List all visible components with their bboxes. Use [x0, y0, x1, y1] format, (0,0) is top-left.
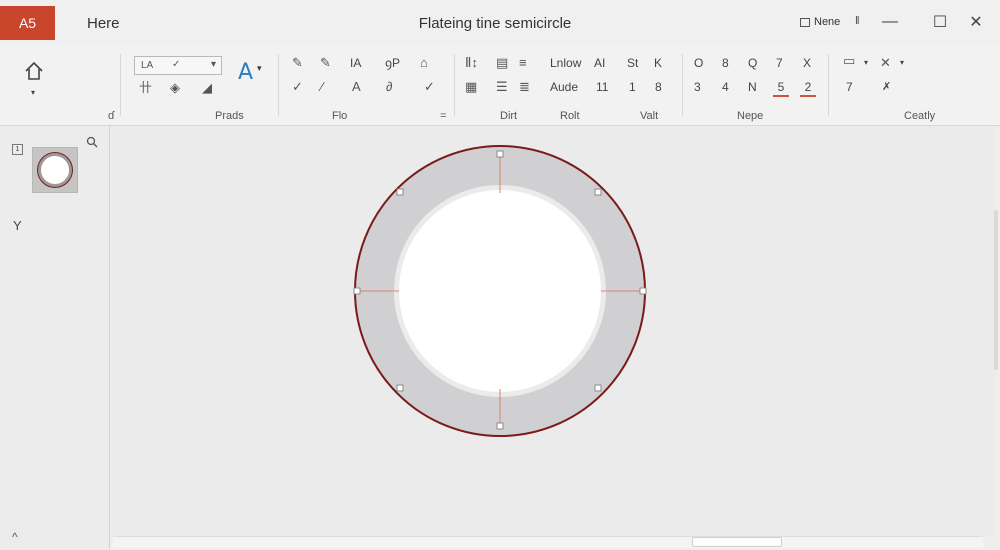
group-label-flo: Flo — [332, 110, 348, 122]
resize-handle[interactable] — [496, 422, 504, 430]
eraser-icon[interactable]: ∂ — [386, 80, 392, 94]
grid-item-3[interactable]: 3 — [694, 80, 701, 94]
zoom-icon[interactable] — [86, 136, 98, 148]
ring-shape[interactable] — [111, 126, 995, 536]
cross-icon[interactable]: ✕ — [880, 56, 891, 70]
resize-handle[interactable] — [353, 287, 361, 295]
ribbon-separator — [278, 54, 279, 116]
grid-item-x[interactable]: X — [803, 56, 811, 70]
ribbon-item-11[interactable]: 11 — [596, 80, 608, 94]
grid-item-8[interactable]: 8 — [722, 56, 729, 70]
horizontal-scroll-thumb[interactable] — [692, 537, 782, 547]
grid-item-2[interactable]: 2 — [800, 80, 816, 97]
resize-handle[interactable] — [396, 384, 404, 392]
pencil-icon[interactable]: ✎ — [320, 56, 331, 70]
group-label-prads: Prads — [215, 110, 244, 122]
font-check-icon: ✓ — [172, 59, 181, 70]
grid-item-o[interactable]: O — [694, 56, 703, 70]
format-icon-1[interactable]: 卄 — [139, 81, 152, 95]
slide-thumbnail[interactable] — [32, 147, 78, 193]
shape-fill-icon[interactable]: A — [352, 80, 361, 94]
paint-bucket-icon[interactable]: ⌂ — [420, 56, 428, 70]
justify-icon[interactable]: ≣ — [519, 80, 530, 94]
confirm-icon[interactable]: ✓ — [424, 80, 435, 94]
ribbon-item-k[interactable]: K — [654, 56, 662, 70]
list-icon[interactable]: ▤ — [496, 56, 508, 70]
title-bar: A5 Here Flateing tine semicircle Nene ‖ … — [0, 0, 1000, 46]
chevron-down-icon[interactable]: ▾ — [864, 56, 868, 70]
group-label-eq: = — [440, 110, 447, 122]
ribbon-item-8[interactable]: 8 — [655, 80, 662, 94]
check-icon[interactable]: ✓ — [292, 80, 303, 94]
resize-handle[interactable] — [396, 188, 404, 196]
resize-handle[interactable] — [594, 188, 602, 196]
slide-canvas[interactable] — [111, 126, 995, 536]
maximize-button[interactable]: ☐ — [930, 12, 950, 32]
share-label: Nene — [814, 16, 841, 28]
group-label-rolt: Rolt — [560, 110, 580, 122]
document-title: Flateing tine semicircle — [0, 15, 1000, 32]
format-icon-2[interactable]: ◈ — [170, 81, 180, 95]
ribbon-separator — [828, 54, 829, 116]
ribbon-item-ai[interactable]: AI — [594, 56, 605, 70]
ribbon-item-ns[interactable]: ✗ — [882, 80, 891, 94]
slide-number: 1 — [12, 144, 23, 155]
ribbon-item-1[interactable]: 1 — [629, 80, 636, 94]
ring-hole — [399, 190, 601, 392]
home-icon[interactable] — [23, 60, 45, 82]
group-label-nepe: Nepe — [737, 110, 764, 122]
group-label-valt: Valt — [640, 110, 659, 122]
font-name-select[interactable]: LA ✓ ▾ — [134, 56, 222, 75]
thumbnail-ring-shape — [38, 153, 72, 187]
font-name-value: LA — [141, 60, 154, 71]
replace-button[interactable]: ꝯP — [385, 56, 400, 70]
grid-item-4[interactable]: 4 — [722, 80, 729, 94]
group-label-ceatly: Ceatly — [904, 110, 936, 122]
ribbon-item-aude[interactable]: Aude — [550, 80, 578, 94]
ribbon: ▾ LA ✓ ▾ 卄 ◈ ◢ A ▾ ✎ ✎ IA ꝯP ⌂ ✓ ∕ A ∂ ✓… — [0, 46, 1000, 126]
grid-item-7[interactable]: 7 — [776, 56, 783, 70]
group-launcher-icon[interactable]: ɗ — [108, 110, 114, 122]
vertical-scroll-thumb[interactable] — [994, 210, 998, 370]
ribbon-item-lnlow[interactable]: Lnlow — [550, 56, 581, 70]
font-color-dropdown-icon[interactable]: ▾ — [257, 63, 262, 74]
ribbon-separator — [454, 54, 455, 116]
align-icon[interactable]: ≡ — [519, 56, 527, 70]
layout-icon[interactable]: ▭ — [843, 54, 855, 68]
slides-pane: 1 Y ^ — [0, 126, 110, 550]
pen-icon[interactable]: ✎ — [292, 56, 303, 70]
resize-handle[interactable] — [594, 384, 602, 392]
ribbon-item-st[interactable]: St — [627, 56, 638, 70]
minimize-button[interactable]: — — [880, 12, 900, 32]
font-color-button[interactable]: A — [238, 60, 253, 85]
chevron-down-icon: ▾ — [210, 59, 216, 70]
table-icon[interactable]: ▦ — [465, 80, 477, 94]
home-dropdown-icon[interactable]: ▾ — [31, 86, 35, 100]
bullets-icon[interactable]: ☰ — [496, 80, 508, 94]
pin-icon[interactable]: ‖ — [855, 15, 860, 27]
ribbon-separator — [120, 54, 121, 116]
grid-item-5[interactable]: 5 — [773, 80, 789, 97]
ribbon-item-7[interactable]: 7 — [846, 80, 853, 94]
text-style-button[interactable]: IA — [350, 56, 361, 70]
pane-label-y: Y — [13, 218, 22, 233]
resize-handle[interactable] — [639, 287, 647, 295]
grid-item-q[interactable]: Q — [748, 56, 757, 70]
collapse-pane-icon[interactable]: ^ — [12, 530, 18, 544]
document-title-text: Flateing tine semicircle — [418, 15, 572, 32]
share-icon — [800, 17, 810, 27]
close-button[interactable]: ✕ — [966, 12, 986, 32]
resize-handle[interactable] — [496, 150, 504, 158]
ribbon-separator — [682, 54, 683, 116]
grid-item-n[interactable]: N — [748, 80, 757, 94]
format-icon-3[interactable]: ◢ — [202, 81, 212, 95]
column-icon[interactable]: Ⅱ↕ — [465, 56, 478, 70]
app-window: A5 Here Flateing tine semicircle Nene ‖ … — [0, 0, 1000, 550]
group-label-dirt: Dirt — [500, 110, 518, 122]
share-button[interactable]: Nene — [800, 16, 840, 28]
line-icon[interactable]: ∕ — [321, 80, 323, 94]
horizontal-scrollbar[interactable] — [113, 536, 983, 548]
chevron-down-icon[interactable]: ▾ — [900, 56, 904, 70]
vertical-scrollbar[interactable] — [992, 130, 1000, 530]
